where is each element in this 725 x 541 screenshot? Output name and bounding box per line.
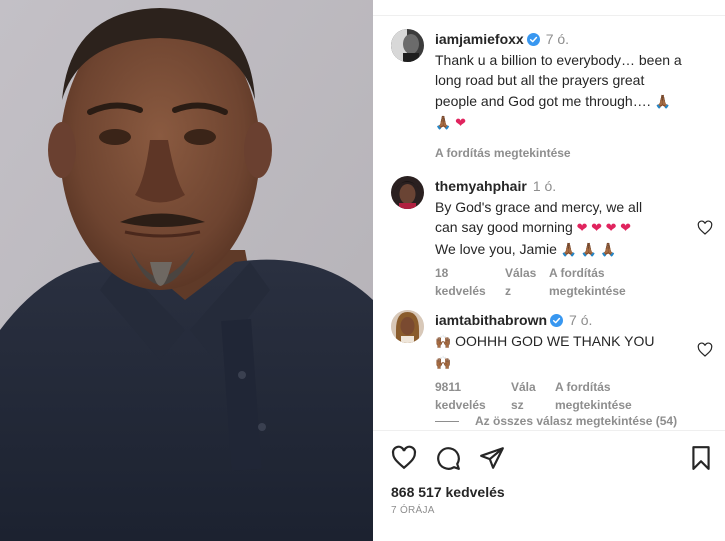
see-translation-link[interactable]: A fordítás megtekintése (435, 144, 571, 162)
comment-meta: 9811 kedvelés Vála sz A fordítás megteki… (435, 378, 683, 414)
comment-likes-count[interactable]: 18 kedvelés (435, 264, 505, 300)
comment-line: OOHHH GOD WE THANK YOU (455, 332, 655, 349)
comment-item: themyahphair 1 ó. By God's grace and merc… (391, 176, 713, 298)
reply-button[interactable]: Vála sz (511, 378, 555, 414)
translation-label: megtekintése (549, 284, 626, 298)
praying-hands-emoji: 🙏🏾 (654, 93, 671, 109)
commenter-avatar[interactable] (391, 310, 424, 343)
likes-count-number: 9811 (435, 379, 462, 394)
heart-emoji: ❤ ❤ ❤ ❤ (576, 220, 632, 235)
praying-hands-emoji: 🙏🏾 (435, 115, 452, 130)
comment-text: iamtabithabrown 7 ó. 🙌🏾 OOHHH GOD WE THAN… (435, 310, 683, 374)
verified-badge-icon (526, 31, 540, 46)
comment-time[interactable]: 1 ó. (533, 178, 556, 194)
heart-emoji: ❤ (455, 115, 466, 130)
comment-item: iamtabithabrown 7 ó. 🙌🏾 OOHHH GOD WE THAN… (391, 310, 713, 412)
caption-line: Thank u a billion to everybody… been a (435, 51, 682, 68)
post-photo[interactable] (0, 0, 373, 541)
commenter-avatar[interactable] (391, 176, 424, 209)
comment-likes-count[interactable]: 9811 kedvelés (435, 378, 511, 414)
panel-divider (373, 15, 725, 16)
actions-divider (373, 430, 725, 431)
view-all-replies-label: Az összes válasz megtekintése (54) (475, 414, 678, 428)
heart-outline-icon[interactable] (391, 445, 417, 471)
comment-line: By God's grace and mercy, we all (435, 198, 643, 215)
comment-line: can say good morning (435, 219, 573, 235)
post-side-panel: iamjamiefoxx 7 ó. Thank u a billion to ev… (373, 0, 725, 541)
verified-badge-icon (550, 312, 564, 327)
reply-label: Vála (511, 379, 536, 394)
comment-meta: 18 kedvelés Válas z A fordítás megtekint… (435, 264, 683, 300)
praying-hands-emoji: 🙏🏾 🙏🏾 🙏🏾 (560, 241, 617, 257)
avatar-image (391, 176, 424, 209)
post-image-illustration (0, 0, 373, 541)
reply-label: Válas (505, 266, 537, 280)
paper-plane-icon[interactable] (479, 445, 505, 471)
reply-button[interactable]: Válas z (505, 264, 549, 300)
avatar-image (391, 29, 424, 62)
post-date[interactable]: 7 ÓRÁJA (391, 505, 435, 516)
heart-outline-icon[interactable] (697, 342, 713, 358)
translation-label: A fordítás (555, 379, 611, 394)
post-actions-bar (391, 445, 713, 473)
likes-count-label: kedvelés (435, 284, 486, 298)
author-avatar[interactable] (391, 29, 424, 62)
raised-hands-emoji: 🙌🏾 (435, 333, 452, 349)
comment-username[interactable]: themyahphair (435, 178, 527, 194)
avatar-image (391, 310, 424, 343)
likes-count-number: 18 (435, 266, 449, 280)
comment-text: themyahphair 1 ó. By God's grace and merc… (435, 176, 683, 260)
post-caption: iamjamiefoxx 7 ó. Thank u a billion to ev… (391, 29, 713, 160)
translation-label: megtekintése (555, 397, 632, 412)
caption-line: long road but all the prayers great (435, 72, 645, 88)
comment-username[interactable]: iamtabithabrown (435, 312, 547, 328)
caption-meta: A fordítás megtekintése (435, 144, 683, 162)
view-all-replies-button[interactable]: Az összes válasz megtekintése (54) (435, 414, 677, 428)
see-translation-link[interactable]: A fordítás megtekintése (549, 264, 626, 300)
likes-count-label: kedvelés (435, 397, 486, 412)
caption-username[interactable]: iamjamiefoxx (435, 31, 524, 47)
heart-outline-icon[interactable] (697, 220, 713, 236)
speech-bubble-icon[interactable] (435, 445, 461, 471)
caption-text: iamjamiefoxx 7 ó. Thank u a billion to ev… (435, 29, 683, 134)
translation-label: A fordítás (549, 266, 605, 280)
post-likes-count[interactable]: 868 517 kedvelés (391, 484, 505, 500)
see-translation-link[interactable]: A fordítás megtekintése (555, 378, 632, 414)
reply-label: sz (511, 397, 524, 412)
replies-line-divider (435, 420, 459, 422)
comment-time[interactable]: 7 ó. (569, 312, 592, 328)
comment-line: We love you, Jamie (435, 240, 557, 257)
raised-hands-emoji: 🙌🏾 (435, 355, 452, 370)
reply-label: z (505, 284, 511, 298)
bookmark-icon[interactable] (688, 445, 714, 471)
caption-time[interactable]: 7 ó. (546, 31, 569, 47)
caption-line: people and God got me through…. (435, 92, 651, 109)
